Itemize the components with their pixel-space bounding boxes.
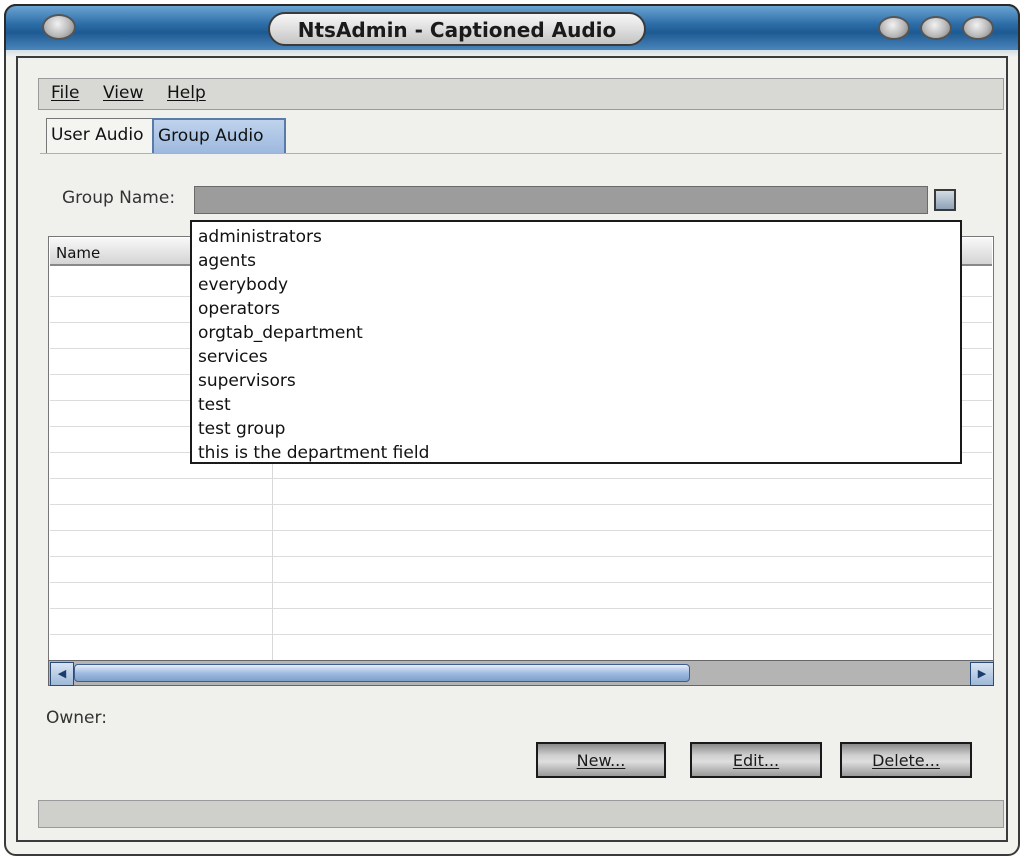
list-item[interactable]: everybody [198,273,288,297]
dropdown-icon[interactable] [934,189,956,211]
list-item[interactable]: orgtab_department [198,321,363,345]
table-row[interactable] [50,504,992,505]
menu-file[interactable]: File [51,83,79,103]
table-row[interactable] [50,634,992,635]
close-icon[interactable] [962,16,994,40]
window-title: NtsAdmin - Captioned Audio [268,12,646,46]
menu-view[interactable]: View [103,83,143,103]
tab-divider [40,153,1002,154]
table-row[interactable] [50,478,992,479]
delete-button[interactable]: Delete... [840,742,972,778]
list-item[interactable]: this is the department field [198,441,429,465]
list-item[interactable]: administrators [198,225,322,249]
table-row[interactable] [50,582,992,583]
group-dropdown-list[interactable]: administrators agents everybody operator… [190,220,962,464]
list-item[interactable]: test [198,393,231,417]
list-item[interactable]: supervisors [198,369,296,393]
table-row[interactable] [50,556,992,557]
new-button[interactable]: New... [536,742,666,778]
group-name-combo[interactable] [194,186,928,214]
tab-user-audio[interactable]: User Audio [46,118,162,153]
list-item[interactable]: agents [198,249,256,273]
list-item[interactable]: operators [198,297,280,321]
maximize-icon[interactable] [920,16,952,40]
status-bar [38,800,1004,828]
list-item[interactable]: test group [198,417,285,441]
scrollbar-thumb[interactable] [74,664,690,682]
owner-label: Owner: [46,708,107,728]
new-button-label: New... [576,751,626,770]
menu-bar: File View Help [38,78,1004,110]
delete-button-label: Delete... [872,751,940,770]
scroll-right-icon[interactable]: ▶ [970,662,994,686]
group-name-label: Group Name: [62,188,176,208]
table-row[interactable] [50,608,992,609]
window-menu-icon[interactable] [42,14,76,40]
scroll-left-icon[interactable]: ◀ [50,662,74,686]
list-item[interactable]: services [198,345,268,369]
edit-button-label: Edit... [732,751,780,770]
menu-help[interactable]: Help [167,83,206,103]
minimize-icon[interactable] [878,16,910,40]
table-row[interactable] [50,530,992,531]
tab-group-audio[interactable]: Group Audio [152,118,286,154]
edit-button[interactable]: Edit... [690,742,822,778]
column-header-name[interactable]: Name [56,244,100,262]
